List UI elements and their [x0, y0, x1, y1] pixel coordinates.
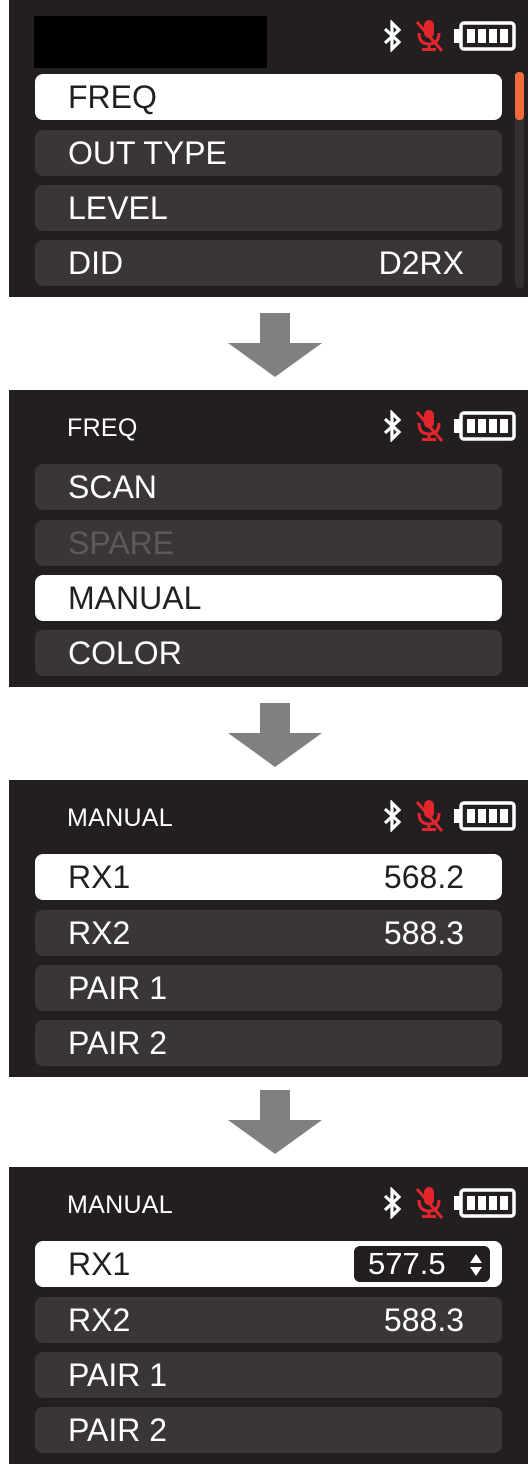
bluetooth-icon	[382, 20, 404, 52]
bluetooth-icon	[382, 410, 404, 442]
menu-item-value: D2RX	[378, 245, 464, 281]
screen-main-menu: FREQ OUT TYPE LEVEL DID D2RX	[9, 0, 528, 297]
menu-item-label: DID	[68, 245, 124, 281]
screen-manual-edit: MANUAL RX1 577.5 RX2 588.3 PAIR 1 PAIR 2	[9, 1167, 528, 1464]
screen-freq-menu: FREQ SCAN SPARE MANUAL COLOR	[9, 390, 528, 687]
up-down-icon[interactable]	[469, 1253, 483, 1277]
menu-item-label: LEVEL	[68, 190, 168, 226]
status-bar	[382, 794, 516, 838]
menu-item-label: SPARE	[68, 525, 175, 561]
title-area	[34, 16, 267, 68]
menu-item-label: RX1	[68, 859, 131, 895]
battery-full-icon	[454, 1188, 516, 1218]
menu-item-label: MANUAL	[68, 580, 202, 616]
menu-item-pair-2[interactable]: PAIR 2	[35, 1407, 502, 1453]
menu-item-label: FREQ	[68, 79, 157, 115]
arrow-down-icon	[228, 703, 322, 767]
battery-full-icon	[454, 801, 516, 831]
status-bar	[382, 14, 516, 58]
menu-item-label: PAIR 2	[68, 1412, 167, 1448]
mic-muted-icon	[414, 408, 444, 444]
arrow-down-icon	[228, 313, 322, 377]
battery-full-icon	[454, 411, 516, 441]
menu-item-label: RX2	[68, 1302, 131, 1338]
mic-muted-icon	[414, 798, 444, 834]
frequency-value: 588.3	[383, 915, 464, 951]
menu-item-spare: SPARE	[35, 520, 502, 566]
menu-item-color[interactable]: COLOR	[35, 630, 502, 676]
menu-item-rx2[interactable]: RX2 588.3	[35, 1297, 502, 1343]
bluetooth-icon	[382, 800, 404, 832]
mic-muted-icon	[414, 1185, 444, 1221]
mic-muted-icon	[414, 18, 444, 54]
menu-item-out-type[interactable]: OUT TYPE	[35, 130, 502, 176]
status-bar	[382, 1181, 516, 1225]
page-title: MANUAL	[67, 1191, 173, 1219]
menu-item-rx1[interactable]: RX1 577.5	[35, 1241, 502, 1287]
status-bar	[382, 404, 516, 448]
screen-manual-list: MANUAL RX1 568.2 RX2 588.3 PAIR 1 PAIR 2	[9, 780, 528, 1077]
scrollbar-thumb[interactable]	[515, 72, 524, 120]
scrollbar[interactable]	[515, 72, 524, 288]
page-title: MANUAL	[67, 804, 173, 832]
battery-full-icon	[454, 21, 516, 51]
menu-item-label: PAIR 2	[68, 1025, 167, 1061]
menu-item-label: PAIR 1	[68, 1357, 167, 1393]
menu-item-label: SCAN	[68, 469, 157, 505]
menu-item-manual[interactable]: MANUAL	[35, 575, 502, 621]
menu-item-freq[interactable]: FREQ	[35, 74, 502, 120]
menu-item-label: RX2	[68, 915, 131, 951]
menu-item-pair-1[interactable]: PAIR 1	[35, 1352, 502, 1398]
menu-item-pair-1[interactable]: PAIR 1	[35, 965, 502, 1011]
menu-item-label: RX1	[68, 1246, 131, 1282]
frequency-spinner[interactable]: 577.5	[354, 1246, 490, 1282]
frequency-value: 588.3	[383, 1302, 464, 1338]
menu-item-label: PAIR 1	[68, 970, 167, 1006]
frequency-value: 577.5	[368, 1246, 446, 1281]
menu-item-label: COLOR	[68, 635, 182, 671]
arrow-down-icon	[228, 1090, 322, 1154]
menu-item-label: OUT TYPE	[68, 135, 227, 171]
menu-item-rx1[interactable]: RX1 568.2	[35, 854, 502, 900]
menu-item-pair-2[interactable]: PAIR 2	[35, 1020, 502, 1066]
menu-item-rx2[interactable]: RX2 588.3	[35, 910, 502, 956]
page-title: FREQ	[67, 414, 138, 442]
frequency-value: 568.2	[383, 859, 464, 895]
menu-item-scan[interactable]: SCAN	[35, 464, 502, 510]
menu-item-level[interactable]: LEVEL	[35, 185, 502, 231]
bluetooth-icon	[382, 1187, 404, 1219]
menu-item-did[interactable]: DID D2RX	[35, 240, 502, 286]
